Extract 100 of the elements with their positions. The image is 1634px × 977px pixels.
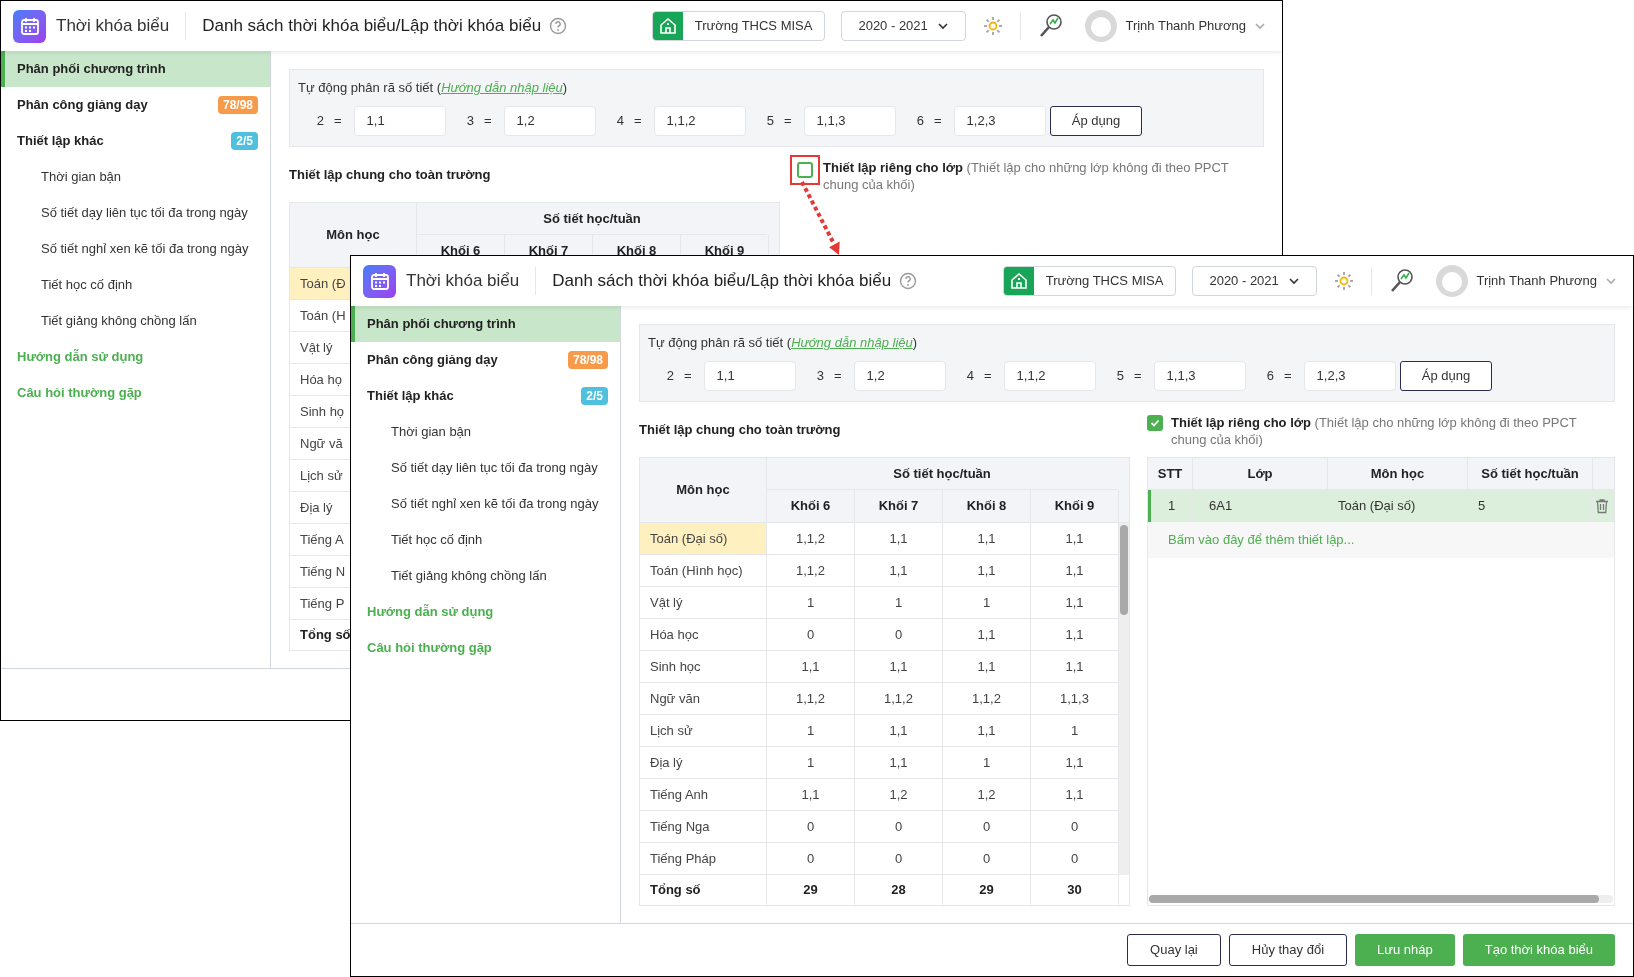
table-cell: Toán (Đại số) bbox=[640, 523, 767, 554]
table-cell: 29 bbox=[943, 875, 1031, 905]
input-field[interactable]: 1,2 bbox=[503, 105, 596, 136]
table-cell: 1,1 bbox=[855, 555, 943, 586]
sidebar-item[interactable]: Số tiết dạy liên tục tối đa trong ngày bbox=[1, 195, 270, 231]
sidebar-item[interactable]: Tiết học cố định bbox=[1, 267, 270, 303]
input-field[interactable]: 1,1 bbox=[353, 105, 446, 136]
table-cell: 1,1 bbox=[943, 523, 1031, 554]
table-cell: 0 bbox=[943, 811, 1031, 842]
apply-button[interactable]: Áp dụng bbox=[1400, 360, 1492, 391]
chevron-down-icon bbox=[937, 20, 950, 32]
auto-split-label: Tự động phân rã số tiết (Hướng dẫn nhập liệu) bbox=[648, 334, 919, 352]
table-cell: 1,1 bbox=[943, 651, 1031, 682]
table-cell: Vật lý bbox=[640, 587, 767, 618]
input-field[interactable]: 1,1,2 bbox=[1003, 360, 1096, 391]
count-badge: 2/5 bbox=[581, 387, 608, 405]
table-cell: 1 bbox=[855, 587, 943, 618]
trash-icon[interactable] bbox=[1594, 498, 1610, 514]
table-cell: 1,1 bbox=[855, 651, 943, 682]
settings-icon[interactable] bbox=[1333, 270, 1356, 292]
checkbox-label: Thiết lập riêng cho lớp (Thiết lập cho những lớp không đi theo PPCT chung của khối) bbox=[1171, 414, 1578, 448]
table-cell: Lịch sử bbox=[640, 715, 767, 746]
table-cell: 28 bbox=[855, 875, 943, 905]
sidebar-item[interactable]: Thiết lập khác 2/5 bbox=[1, 123, 270, 159]
house-icon bbox=[658, 17, 677, 35]
number-label: 4 bbox=[615, 111, 624, 130]
apply-button[interactable]: Áp dụng bbox=[1050, 105, 1142, 136]
table-row[interactable]: 1 6A1 Toán (Đại số) 5 bbox=[1148, 490, 1614, 522]
section-heading: Thiết lập chung cho toàn trường bbox=[289, 165, 491, 184]
table-cell: 1,1,2 bbox=[855, 683, 943, 714]
table-cell: 1,1 bbox=[855, 715, 943, 746]
page-title: Danh sách thời khóa biểu/Lập thời khóa biểu bbox=[202, 15, 542, 38]
table-cell: 1,1 bbox=[943, 555, 1031, 586]
chevron-down-icon bbox=[1288, 275, 1301, 287]
sidebar-item[interactable]: Phân công giảng dạy 78/98 bbox=[1, 87, 270, 123]
year-select[interactable]: 2020 - 2021 bbox=[841, 11, 967, 41]
column-header: Khối 7 bbox=[855, 490, 943, 522]
table-cell: 0 bbox=[943, 843, 1031, 874]
sidebar-item[interactable]: Thời gian bận bbox=[1, 159, 270, 195]
settings-icon[interactable] bbox=[982, 15, 1005, 37]
chevron-down-icon[interactable] bbox=[1605, 275, 1617, 287]
avatar-icon bbox=[1085, 10, 1118, 42]
column-header: Số tiết học/tuần bbox=[767, 458, 1117, 490]
footer-button[interactable]: Hủy thay đổi bbox=[1228, 934, 1348, 966]
table-cell: 30 bbox=[1031, 875, 1119, 905]
checkbox[interactable] bbox=[1147, 415, 1163, 431]
school-selector[interactable]: Trường THCS MISA bbox=[651, 11, 826, 41]
sidebar-item[interactable]: Số tiết nghỉ xen kẽ tối đa trong ngày bbox=[1, 231, 270, 267]
input-field[interactable]: 1,1 bbox=[703, 360, 796, 391]
equals-sign: = bbox=[784, 111, 792, 130]
table-cell: 1,1,2 bbox=[767, 523, 855, 554]
table-cell: 0 bbox=[767, 811, 855, 842]
chevron-down-icon[interactable] bbox=[1254, 20, 1266, 32]
table-cell: 0 bbox=[855, 619, 943, 650]
equals-sign: = bbox=[984, 366, 992, 385]
table-cell: Địa lý bbox=[640, 747, 767, 778]
column-header: Môn học bbox=[1328, 458, 1468, 489]
sidebar-item[interactable]: Phân phối chương trình bbox=[351, 306, 620, 342]
scrollbar[interactable] bbox=[1119, 523, 1129, 875]
input-field[interactable]: 1,1,3 bbox=[1153, 360, 1246, 391]
number-label: 5 bbox=[765, 111, 774, 130]
equals-sign: = bbox=[834, 366, 842, 385]
calendar-icon bbox=[19, 16, 40, 36]
table-cell: Sinh học bbox=[640, 651, 767, 682]
column-header: STT bbox=[1148, 458, 1193, 489]
checkbox[interactable] bbox=[797, 162, 813, 178]
count-badge: 78/98 bbox=[567, 351, 608, 369]
sidebar-item[interactable]: Phân phối chương trình bbox=[1, 51, 270, 87]
app-title: Thời khóa biểu bbox=[56, 15, 170, 38]
avatar-icon bbox=[1436, 265, 1469, 297]
help-icon[interactable] bbox=[549, 17, 568, 35]
table-cell: 1,2 bbox=[855, 779, 943, 810]
table-cell: 0 bbox=[767, 619, 855, 650]
table-cell: Tổng số bbox=[640, 875, 767, 905]
input-field[interactable]: 1,1,2 bbox=[653, 105, 746, 136]
scrollbar-thumb[interactable] bbox=[1120, 525, 1128, 615]
sidebar-item[interactable]: Tiết giảng không chồng lấn bbox=[1, 303, 270, 339]
input-field[interactable]: 1,2,3 bbox=[1303, 360, 1396, 391]
input-field[interactable]: 1,2 bbox=[853, 360, 946, 391]
table-cell: 29 bbox=[767, 875, 855, 905]
number-label: 3 bbox=[815, 366, 824, 385]
school-selector[interactable]: Trường THCS MISA bbox=[1002, 266, 1177, 296]
table-cell: Tiếng Anh bbox=[640, 779, 767, 810]
table-cell: 1,2 bbox=[943, 779, 1031, 810]
column-header: Môn học bbox=[640, 458, 767, 522]
input-field[interactable]: 1,1,3 bbox=[803, 105, 896, 136]
equals-sign: = bbox=[484, 111, 492, 130]
year-select[interactable]: 2020 - 2021 bbox=[1192, 266, 1318, 296]
input-field[interactable]: 1,2,3 bbox=[953, 105, 1046, 136]
table-cell: 1 bbox=[767, 715, 855, 746]
column-header: Số tiết học/tuần bbox=[417, 203, 767, 235]
table-cell: 1,1 bbox=[855, 523, 943, 554]
table-cell: 0 bbox=[855, 811, 943, 842]
table-cell: 1,1 bbox=[855, 747, 943, 778]
number-label: 6 bbox=[915, 111, 924, 130]
equals-sign: = bbox=[934, 111, 942, 130]
footer-button[interactable]: Quay lại bbox=[1127, 934, 1221, 966]
table-cell: Ngữ văn bbox=[640, 683, 767, 714]
help-icon[interactable] bbox=[899, 272, 918, 290]
house-icon bbox=[1009, 272, 1028, 290]
